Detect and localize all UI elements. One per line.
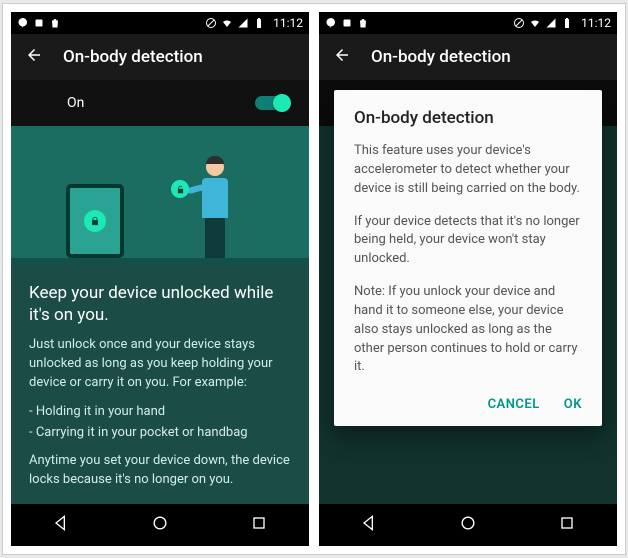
page-title: On-body detection xyxy=(63,47,203,67)
dialog-overlay: On-body detection This feature uses your… xyxy=(319,80,617,504)
screenshot-pair: 11:12 On-body detection On xyxy=(2,3,626,555)
back-button[interactable] xyxy=(333,46,351,68)
nav-home-button[interactable] xyxy=(458,513,478,537)
no-sim-icon xyxy=(513,17,525,29)
nav-recents-button[interactable] xyxy=(249,513,269,537)
tablet-graphic xyxy=(66,184,124,258)
no-sim-icon xyxy=(205,17,217,29)
nav-recents-button[interactable] xyxy=(557,513,577,537)
wifi-icon xyxy=(529,17,541,29)
nav-bar xyxy=(11,504,309,546)
content-para-1: Just unlock once and your device stays u… xyxy=(29,336,291,393)
back-button[interactable] xyxy=(25,46,43,68)
signal-icon xyxy=(237,17,249,29)
clock-text: 11:12 xyxy=(581,16,611,30)
content-area: Keep your device unlocked while it's on … xyxy=(11,266,309,504)
lock-icon xyxy=(84,210,106,232)
cancel-button[interactable]: CANCEL xyxy=(488,397,540,412)
dialog-para-2: If your device detects that it's no long… xyxy=(354,213,582,270)
nav-bar xyxy=(319,504,617,546)
content-heading: Keep your device unlocked while it's on … xyxy=(29,282,291,326)
illustration xyxy=(11,126,309,266)
bullet-1: - Holding it in your hand xyxy=(29,403,291,422)
status-bar: 11:12 xyxy=(11,12,309,34)
toggle-row[interactable]: On xyxy=(11,80,309,126)
wifi-icon xyxy=(221,17,233,29)
phone-right: 11:12 On-body detection Off Keep your de… xyxy=(319,12,617,546)
bullet-2: - Carrying it in your pocket or handbag xyxy=(29,424,291,443)
person-graphic xyxy=(191,156,239,258)
clock-text: 11:12 xyxy=(273,16,303,30)
dialog-para-3: Note: If you unlock your device and hand… xyxy=(354,283,582,377)
dialog-para-1: This feature uses your device's accelero… xyxy=(354,142,582,199)
page-title: On-body detection xyxy=(371,47,511,67)
app-bar: On-body detection xyxy=(11,34,309,80)
screenshot-icon xyxy=(341,17,353,29)
status-bar: 11:12 xyxy=(319,12,617,34)
toggle-switch[interactable] xyxy=(255,96,289,110)
nav-back-button[interactable] xyxy=(359,513,379,537)
hangouts-icon xyxy=(325,17,337,29)
dialog-title: On-body detection xyxy=(354,108,582,128)
hangouts-icon xyxy=(17,17,29,29)
battery-icon xyxy=(561,17,573,29)
toggle-label: On xyxy=(67,95,255,111)
phone-left: 11:12 On-body detection On xyxy=(11,12,309,546)
shopping-bag-icon xyxy=(357,17,369,29)
screenshot-icon xyxy=(33,17,45,29)
shopping-bag-icon xyxy=(49,17,61,29)
unlock-icon xyxy=(171,180,189,198)
app-bar: On-body detection xyxy=(319,34,617,80)
dialog: On-body detection This feature uses your… xyxy=(334,90,602,426)
signal-icon xyxy=(545,17,557,29)
nav-home-button[interactable] xyxy=(150,513,170,537)
nav-back-button[interactable] xyxy=(51,513,71,537)
battery-icon xyxy=(253,17,265,29)
dialog-actions: CANCEL OK xyxy=(354,391,582,420)
content-para-2: Anytime you set your device down, the de… xyxy=(29,452,291,490)
ok-button[interactable]: OK xyxy=(564,397,582,412)
